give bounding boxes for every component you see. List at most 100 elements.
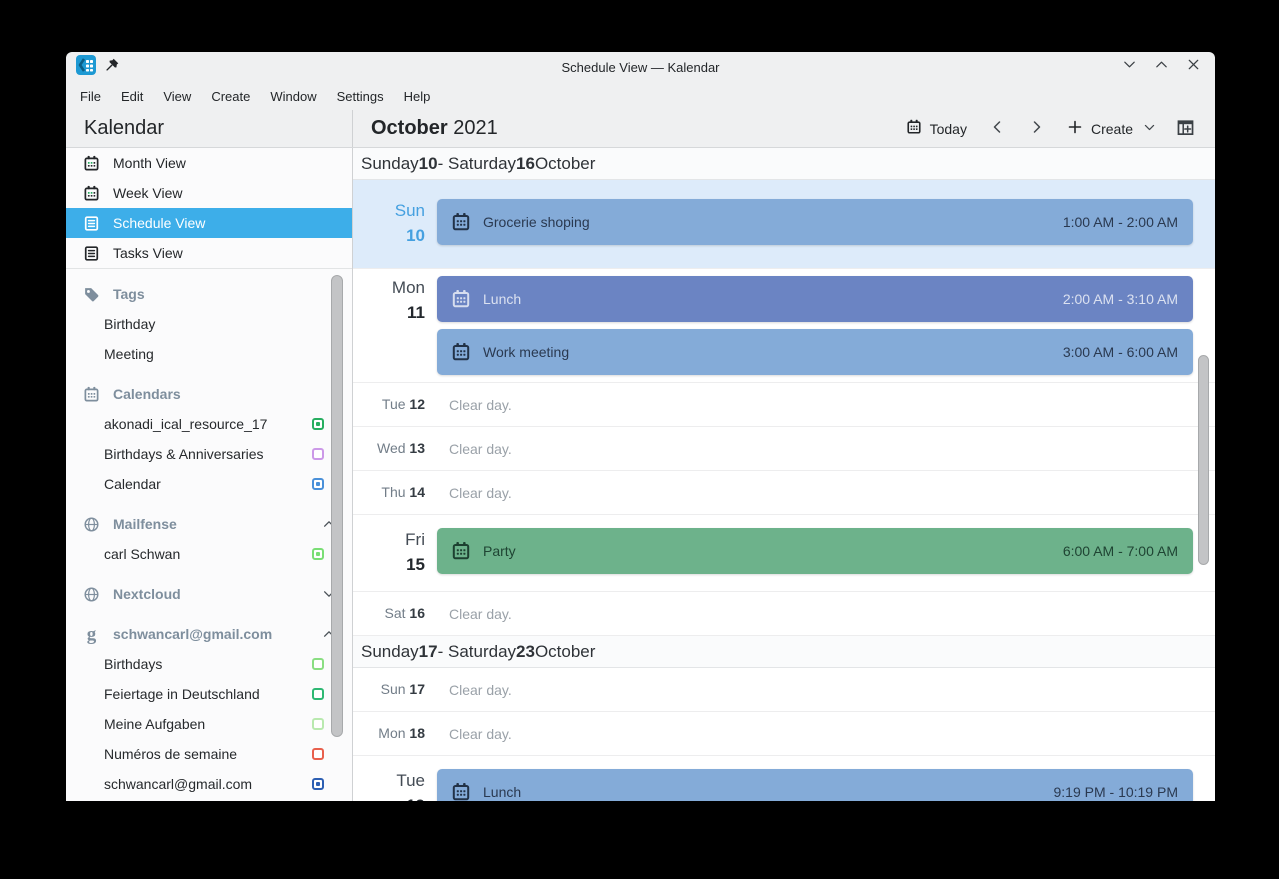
app-icon (76, 55, 96, 80)
event-work-meeting[interactable]: Work meeting3:00 AM - 6:00 AM (437, 329, 1193, 375)
create-button[interactable]: Create (1057, 114, 1166, 143)
sidebar-item-week-view[interactable]: Week View (66, 178, 352, 208)
event-party[interactable]: Party6:00 AM - 7:00 AM (437, 528, 1193, 574)
globe-icon (83, 586, 100, 603)
titlebar[interactable]: Schedule View — Kalendar (66, 52, 1215, 82)
day-name: Fri (353, 528, 425, 552)
calendar-item-feiertage-in-deutschland[interactable]: Feiertage in Deutschland (66, 679, 352, 709)
day-row-sun-10[interactable]: Sun10 Grocerie shoping1:00 AM - 2:00 AM (353, 180, 1215, 269)
week-header: Sunday 10 - Saturday 16 October (353, 148, 1215, 180)
sidebar-item-month-view[interactable]: Month View (66, 148, 352, 178)
calendar-item-carl-schwan[interactable]: carl Schwan (66, 539, 352, 569)
day-row-tue-19[interactable]: Tue19 Lunch9:19 PM - 10:19 PM (353, 756, 1215, 801)
event-calendar-icon (451, 342, 471, 362)
calendar-item-label: Birthday (104, 316, 155, 332)
menu-item-window[interactable]: Window (260, 85, 326, 108)
plus-icon (1067, 119, 1083, 138)
event-title: Lunch (483, 291, 521, 307)
day-row-sun-17[interactable]: Sun 17Clear day. (353, 668, 1215, 712)
calendar-item-schwancarl-gmail-com[interactable]: schwancarl@gmail.com (66, 769, 352, 799)
calendar-checkbox[interactable] (312, 748, 324, 760)
close-button[interactable] (1186, 57, 1201, 77)
event-lunch[interactable]: Lunch9:19 PM - 10:19 PM (437, 769, 1193, 801)
previous-button[interactable] (977, 114, 1017, 143)
day-row-fri-15[interactable]: Fri15 Party6:00 AM - 7:00 AM (353, 515, 1215, 592)
calendar-checkbox[interactable] (312, 658, 324, 670)
section-header-calendars[interactable]: Calendars (66, 379, 352, 409)
calendar-item-calendar[interactable]: Calendar (66, 469, 352, 499)
sidebar-item-schedule-view[interactable]: Schedule View (66, 208, 352, 238)
event-time: 1:00 AM - 2:00 AM (1063, 214, 1178, 230)
calendar-item-birthdays-anniversaries[interactable]: Birthdays & Anniversaries (66, 439, 352, 469)
clear-day-text: Clear day. (437, 397, 512, 413)
section-label: Calendars (113, 386, 181, 402)
menu-item-file[interactable]: File (70, 85, 111, 108)
minimize-button[interactable] (1122, 57, 1137, 77)
add-panel-icon (1176, 118, 1195, 140)
calendar-item-birthdays[interactable]: Birthdays (66, 649, 352, 679)
day-name: Mon (353, 276, 425, 300)
calendar-item-label: Calendar (104, 476, 161, 492)
menu-item-settings[interactable]: Settings (327, 85, 394, 108)
day-row-mon-18[interactable]: Mon 18Clear day. (353, 712, 1215, 756)
menu-item-help[interactable]: Help (394, 85, 441, 108)
day-label: Mon 18 (353, 725, 437, 743)
calendar-sections: Tags Birthday Meeting Calendars akonadi_ica… (66, 279, 352, 799)
google-icon: g (83, 625, 100, 644)
day-number: 13 (409, 440, 425, 456)
menu-item-create[interactable]: Create (201, 85, 260, 108)
main-scrollbar[interactable] (1198, 355, 1209, 565)
event-title: Party (483, 543, 516, 559)
clear-day-text: Clear day. (437, 606, 512, 622)
day-number: 11 (353, 300, 425, 326)
day-row-wed-13[interactable]: Wed 13Clear day. (353, 427, 1215, 471)
calendar-item-label: Numéros de semaine (104, 746, 237, 762)
menu-item-view[interactable]: View (153, 85, 201, 108)
section-header-mailfense[interactable]: Mailfense (66, 509, 352, 539)
section-header-nextcloud[interactable]: Nextcloud (66, 579, 352, 609)
calendar-item-meine-aufgaben[interactable]: Meine Aufgaben (66, 709, 352, 739)
calendar-checkbox[interactable] (312, 478, 324, 490)
day-row-tue-12[interactable]: Tue 12Clear day. (353, 383, 1215, 427)
calendar-item-birthday[interactable]: Birthday (66, 309, 352, 339)
next-button[interactable] (1017, 114, 1057, 143)
calendar-checkbox[interactable] (312, 778, 324, 790)
event-grocerie-shoping[interactable]: Grocerie shoping1:00 AM - 2:00 AM (437, 199, 1193, 245)
add-panel-button[interactable] (1166, 113, 1205, 145)
calendar-checkbox[interactable] (312, 548, 324, 560)
pin-icon[interactable] (105, 57, 120, 77)
checkbox-fill (316, 482, 320, 486)
calendar-item-label: Birthdays & Anniversaries (104, 446, 264, 462)
calendar-checkbox[interactable] (312, 448, 324, 460)
event-calendar-icon (451, 541, 471, 561)
sidebar-app-title: Kalendar (66, 110, 353, 147)
checkbox-fill (316, 782, 320, 786)
calendar-item-akonadi-ical-resource-17[interactable]: akonadi_ical_resource_17 (66, 409, 352, 439)
menu-item-edit[interactable]: Edit (111, 85, 153, 108)
day-row-sat-16[interactable]: Sat 16Clear day. (353, 592, 1215, 636)
calendar-checkbox[interactable] (312, 688, 324, 700)
event-title: Lunch (483, 784, 521, 800)
event-lunch[interactable]: Lunch2:00 AM - 3:10 AM (437, 276, 1193, 322)
section-header-tags[interactable]: Tags (66, 279, 352, 309)
sidebar-scrollbar[interactable] (331, 275, 343, 737)
globe-icon (83, 516, 100, 533)
calendar-checkbox[interactable] (312, 718, 324, 730)
sidebar: Month View Week View Schedule View Tasks… (66, 148, 353, 801)
calendar-item-num-ros-de-semaine[interactable]: Numéros de semaine (66, 739, 352, 769)
day-row-thu-14[interactable]: Thu 14Clear day. (353, 471, 1215, 515)
day-label: Fri15 (353, 528, 437, 578)
section-gmail: gschwancarl@gmail.comBirthdaysFeiertage … (66, 619, 352, 799)
calendar-checkbox[interactable] (312, 418, 324, 430)
day-row-mon-11[interactable]: Mon11 Lunch2:00 AM - 3:10 AM Work meetin… (353, 269, 1215, 383)
today-button[interactable]: Today (896, 114, 977, 143)
calendar-item-label: carl Schwan (104, 546, 180, 562)
chevron-left-icon (989, 119, 1005, 138)
toolbar: Today Create (896, 113, 1205, 145)
calendar-item-meeting[interactable]: Meeting (66, 339, 352, 369)
maximize-button[interactable] (1154, 57, 1169, 77)
page-title: October 2021 (371, 117, 498, 140)
create-label: Create (1091, 121, 1133, 137)
sidebar-item-tasks-view[interactable]: Tasks View (66, 238, 352, 268)
section-header-gmail[interactable]: gschwancarl@gmail.com (66, 619, 352, 649)
